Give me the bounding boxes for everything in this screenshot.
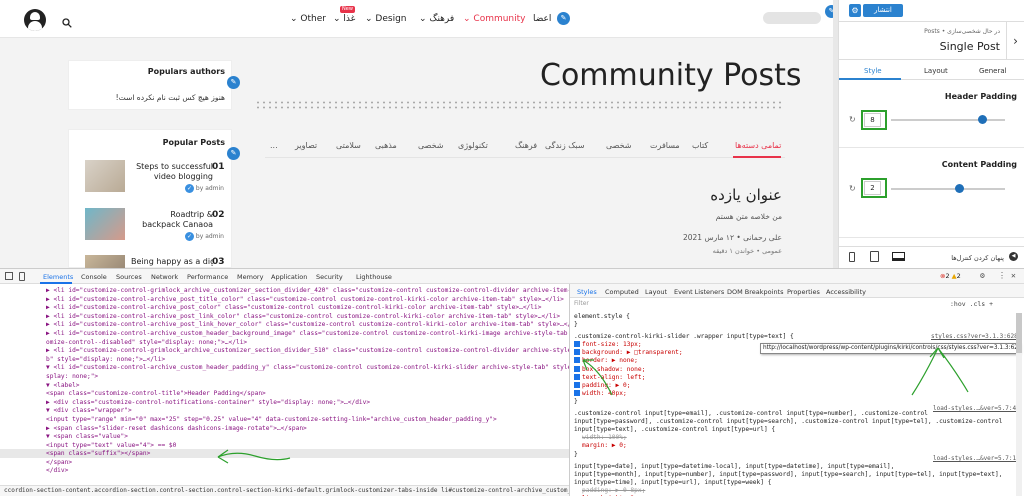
dom-node-line[interactable]: ▶ <li id="customize-control-grimlock_arc… [46,347,569,356]
dom-tree[interactable]: ▶ <li id="customize-control-grimlock_arc… [46,284,569,483]
dom-node-line[interactable]: ▶ <span class="slider-reset dashicons da… [46,425,569,434]
dom-node-line[interactable]: ▼ <div class="wrapper"> [46,407,569,416]
dom-node-line[interactable]: ▼ <span class="value"> [46,433,569,442]
dom-node-line[interactable]: <span class="suffix"></span> [46,450,569,459]
dom-node-line[interactable]: splay: none;"> [46,373,569,382]
dom-node-line[interactable]: ▶ <li id="customize-control-archive_post… [46,321,569,330]
dom-node-line[interactable]: ▼ <label> [46,382,569,391]
dom-node-line[interactable]: ▼ <li id="customize-control-archive_cust… [46,364,569,373]
dom-node-line[interactable]: ▶ <li id="customize-control-archive_cust… [46,330,569,339]
dom-node-line[interactable]: <span class="customize-control-title">He… [46,390,569,399]
dom-node-line[interactable]: </div> [46,467,569,476]
dom-node-line[interactable]: </span> [46,459,569,468]
dom-node-line[interactable]: <input type="range" min="0" max="25" ste… [46,416,569,425]
dom-node-line[interactable]: ▶ <li id="customize-control-archive_post… [46,304,569,313]
dom-node-line[interactable]: ▶ <li id="customize-control-grimlock_arc… [46,287,569,296]
dom-node-line[interactable]: <input type="text" value="4"> == $0 [46,442,569,451]
dom-node-line[interactable]: omize-control--disabled" style="display:… [46,339,569,348]
dom-node-line[interactable]: ▶ <li id="customize-control-archive_post… [46,313,569,322]
dom-node-line[interactable]: ▶ <li id="customize-control-archive_post… [46,296,569,305]
dom-node-line[interactable]: b" style="display: none;">…</li> [46,356,569,365]
dom-node-line[interactable]: ▶ <div class="customize-control-notifica… [46,399,569,408]
